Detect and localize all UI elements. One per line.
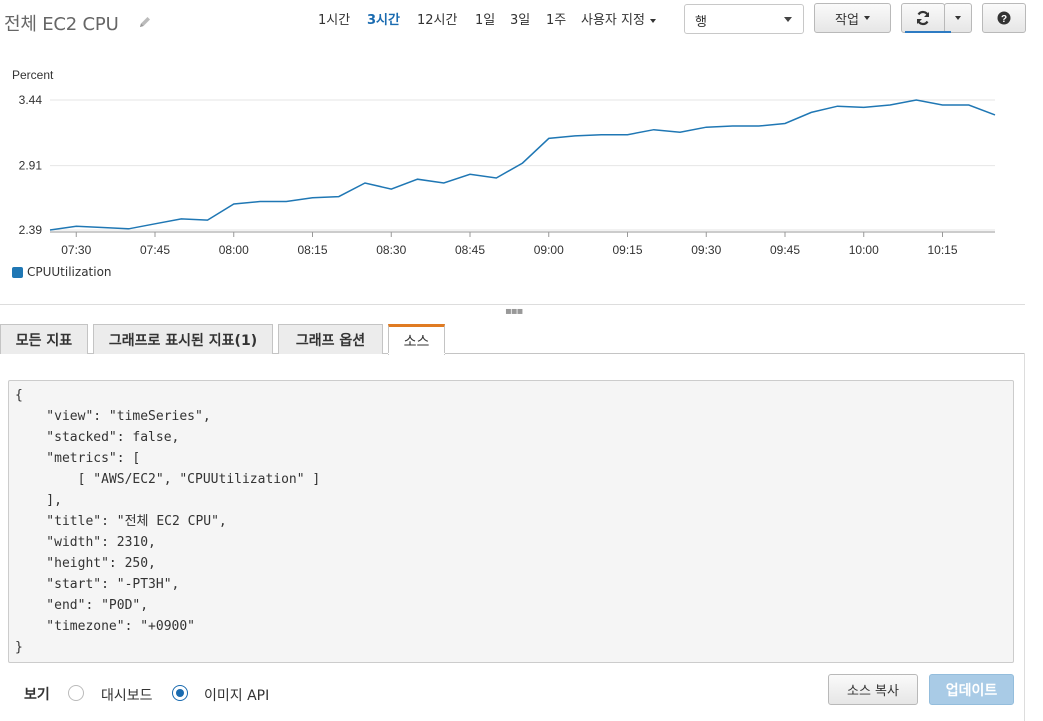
source-line: "title": "전체 EC2 CPU", — [15, 514, 227, 529]
range-3h[interactable]: 3시간 — [367, 9, 400, 28]
actions-button[interactable]: 작업 — [814, 3, 891, 33]
svg-text:?: ? — [1001, 14, 1007, 25]
source-line: "width": 2310, — [15, 535, 156, 550]
layout-select-value: 행 — [695, 15, 707, 30]
question-icon: ? — [997, 11, 1011, 25]
refresh-options-button[interactable] — [944, 3, 972, 33]
x-tick-label: 07:30 — [61, 243, 91, 257]
source-line: "end": "P0D", — [15, 598, 149, 613]
source-line: } — [15, 640, 23, 655]
source-line: "timezone": "+0900" — [15, 619, 196, 634]
source-line: { — [15, 388, 23, 403]
source-line: [ "AWS/EC2", "CPUUtilization" ] — [15, 472, 321, 487]
help-button[interactable]: ? — [982, 3, 1026, 33]
page-title: 전체 EC2 CPU — [4, 14, 119, 35]
source-line: "start": "-PT3H", — [15, 577, 180, 592]
x-tick-label: 10:00 — [849, 243, 879, 257]
source-line: "view": "timeSeries", — [15, 409, 211, 424]
x-tick-label: 07:45 — [140, 243, 170, 257]
radio-image-api[interactable] — [172, 685, 188, 701]
source-line: "stacked": false, — [15, 430, 180, 445]
caret-down-icon — [649, 18, 656, 23]
x-tick-label: 09:45 — [770, 243, 800, 257]
legend-swatch — [12, 266, 23, 278]
range-custom-label: 사용자 지정 — [581, 13, 645, 28]
layout-select[interactable]: 행 — [684, 4, 804, 34]
source-line: "height": 250, — [15, 556, 156, 571]
caret-down-icon — [955, 16, 961, 20]
x-tick-label: 10:15 — [927, 243, 957, 257]
range-3d[interactable]: 3일 — [510, 9, 530, 28]
x-tick-label: 09:00 — [534, 243, 564, 257]
source-line: ], — [15, 493, 62, 508]
range-1d[interactable]: 1일 — [475, 9, 495, 28]
chevron-down-icon — [784, 17, 792, 22]
copy-source-button[interactable]: 소스 복사 — [828, 674, 918, 705]
radio-dashboard-label[interactable]: 대시보드 — [101, 685, 153, 705]
range-1w[interactable]: 1주 — [546, 9, 566, 28]
y-axis-label: Percent — [12, 68, 54, 82]
tab-graph-options[interactable]: 그래프 옵션 — [278, 324, 383, 354]
tab-all-metrics[interactable]: 모든 지표 — [0, 324, 88, 354]
radio-dashboard[interactable] — [68, 685, 84, 701]
actions-button-label: 작업 — [835, 12, 859, 28]
range-custom[interactable]: 사용자 지정 — [581, 9, 656, 28]
range-12h[interactable]: 12시간 — [417, 9, 457, 28]
tab-graphed-metrics[interactable]: 그래프로 표시된 지표(1) — [93, 324, 273, 354]
pencil-icon[interactable] — [138, 15, 152, 29]
y-tick-label: 2.91 — [19, 159, 43, 173]
x-tick-label: 09:15 — [612, 243, 642, 257]
refresh-button[interactable] — [901, 3, 945, 33]
x-tick-label: 09:30 — [691, 243, 721, 257]
source-line: "metrics": [ — [15, 451, 141, 466]
auto-refresh-indicator — [905, 31, 951, 33]
line-chart: Percent 3.44 2.91 2.39 07:30 07:45 08:00 08:15… — [12, 68, 996, 257]
source-editor[interactable]: { "view": "timeSeries", "stacked": false… — [8, 380, 1014, 663]
radio-image-api-label[interactable]: 이미지 API — [204, 685, 269, 705]
update-button[interactable]: 업데이트 — [929, 674, 1014, 705]
x-tick-label: 08:15 — [297, 243, 327, 257]
active-tab-gap — [388, 353, 445, 354]
caret-down-icon — [863, 16, 870, 20]
x-tick-label: 08:45 — [455, 243, 485, 257]
y-tick-label: 3.44 — [19, 93, 43, 107]
y-tick-label: 2.39 — [19, 223, 43, 237]
tab-source[interactable]: 소스 — [388, 324, 445, 355]
refresh-icon — [916, 10, 930, 26]
range-1h[interactable]: 1시간 — [318, 9, 350, 28]
chart-legend[interactable]: CPUUtilization — [12, 265, 112, 279]
view-label: 보기 — [24, 687, 50, 703]
series-line-cpuutilization[interactable] — [49, 99, 996, 231]
legend-label: CPUUtilization — [27, 265, 112, 279]
x-tick-label: 08:30 — [376, 243, 406, 257]
chart-divider — [0, 304, 1025, 305]
cpu-chart: Percent 3.44 2.91 2.39 07:30 07:45 08:00 08:15… — [0, 60, 1043, 290]
panel-border — [1024, 353, 1025, 721]
resize-handle[interactable]: ▪▪▪ — [505, 307, 523, 317]
x-tick-label: 08:00 — [219, 243, 249, 257]
